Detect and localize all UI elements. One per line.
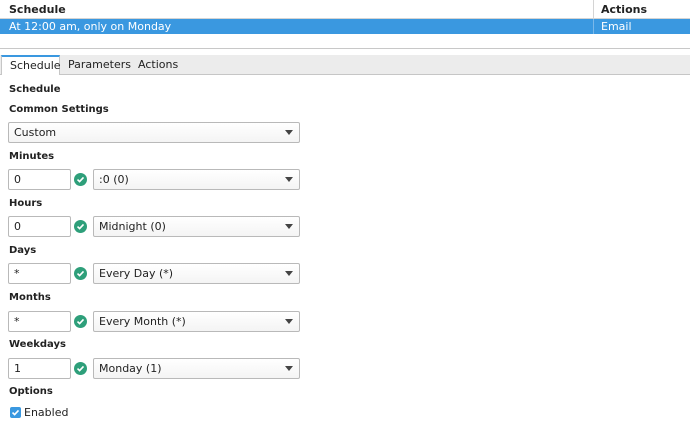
hours-label: Hours	[9, 198, 43, 209]
table-header: Schedule Actions	[0, 0, 690, 19]
months-label: Months	[9, 292, 51, 303]
weekdays-select-value: Monday (1)	[99, 362, 162, 375]
valid-check-icon	[74, 173, 87, 186]
tab-schedule[interactable]: Schedule	[1, 55, 61, 76]
chevron-down-icon	[285, 177, 293, 182]
schedule-table: Schedule Actions At 12:00 am, only on Mo…	[0, 0, 690, 49]
minutes-input[interactable]: 0	[8, 169, 71, 190]
weekdays-select[interactable]: Monday (1)	[93, 358, 300, 379]
months-select[interactable]: Every Month (*)	[93, 311, 300, 332]
table-row[interactable]: At 12:00 am, only on Monday Email	[0, 19, 690, 34]
days-select-value: Every Day (*)	[99, 267, 174, 280]
days-select[interactable]: Every Day (*)	[93, 263, 300, 284]
tab-bar: Schedule Parameters Actions	[0, 55, 690, 76]
hours-input[interactable]: 0	[8, 216, 71, 237]
days-input[interactable]: *	[8, 263, 71, 284]
valid-check-icon	[74, 220, 87, 233]
enabled-label[interactable]: Enabled	[24, 406, 68, 419]
tab-parameters[interactable]: Parameters	[60, 55, 131, 75]
valid-check-icon	[74, 362, 87, 375]
valid-check-icon	[74, 267, 87, 280]
hours-select[interactable]: Midnight (0)	[93, 216, 300, 237]
months-select-value: Every Month (*)	[99, 315, 186, 328]
hours-select-value: Midnight (0)	[99, 220, 166, 233]
common-settings-label: Common Settings	[9, 104, 109, 115]
schedule-panel: Schedule Common Settings Custom Minutes …	[0, 75, 690, 438]
chevron-down-icon	[285, 366, 293, 371]
chevron-down-icon	[285, 271, 293, 276]
tab-actions[interactable]: Actions	[130, 55, 182, 75]
column-header-schedule[interactable]: Schedule	[0, 0, 594, 19]
valid-check-icon	[74, 315, 87, 328]
chevron-down-icon	[285, 319, 293, 324]
weekdays-input[interactable]: 1	[8, 358, 71, 379]
cell-schedule[interactable]: At 12:00 am, only on Monday	[0, 19, 594, 34]
minutes-label: Minutes	[9, 151, 55, 162]
days-label: Days	[9, 245, 37, 256]
months-input[interactable]: *	[8, 311, 71, 332]
section-title: Schedule	[9, 84, 61, 95]
weekdays-label: Weekdays	[9, 339, 66, 350]
chevron-down-icon	[285, 224, 293, 229]
minutes-select-value: :0 (0)	[99, 173, 129, 186]
minutes-select[interactable]: :0 (0)	[93, 169, 300, 190]
enabled-checkbox[interactable]	[10, 407, 21, 418]
cell-actions[interactable]: Email	[594, 19, 690, 34]
column-header-actions[interactable]: Actions	[594, 0, 690, 19]
options-label: Options	[9, 386, 53, 397]
common-settings-value: Custom	[14, 126, 57, 139]
common-settings-select[interactable]: Custom	[8, 122, 300, 143]
chevron-down-icon	[285, 130, 293, 135]
